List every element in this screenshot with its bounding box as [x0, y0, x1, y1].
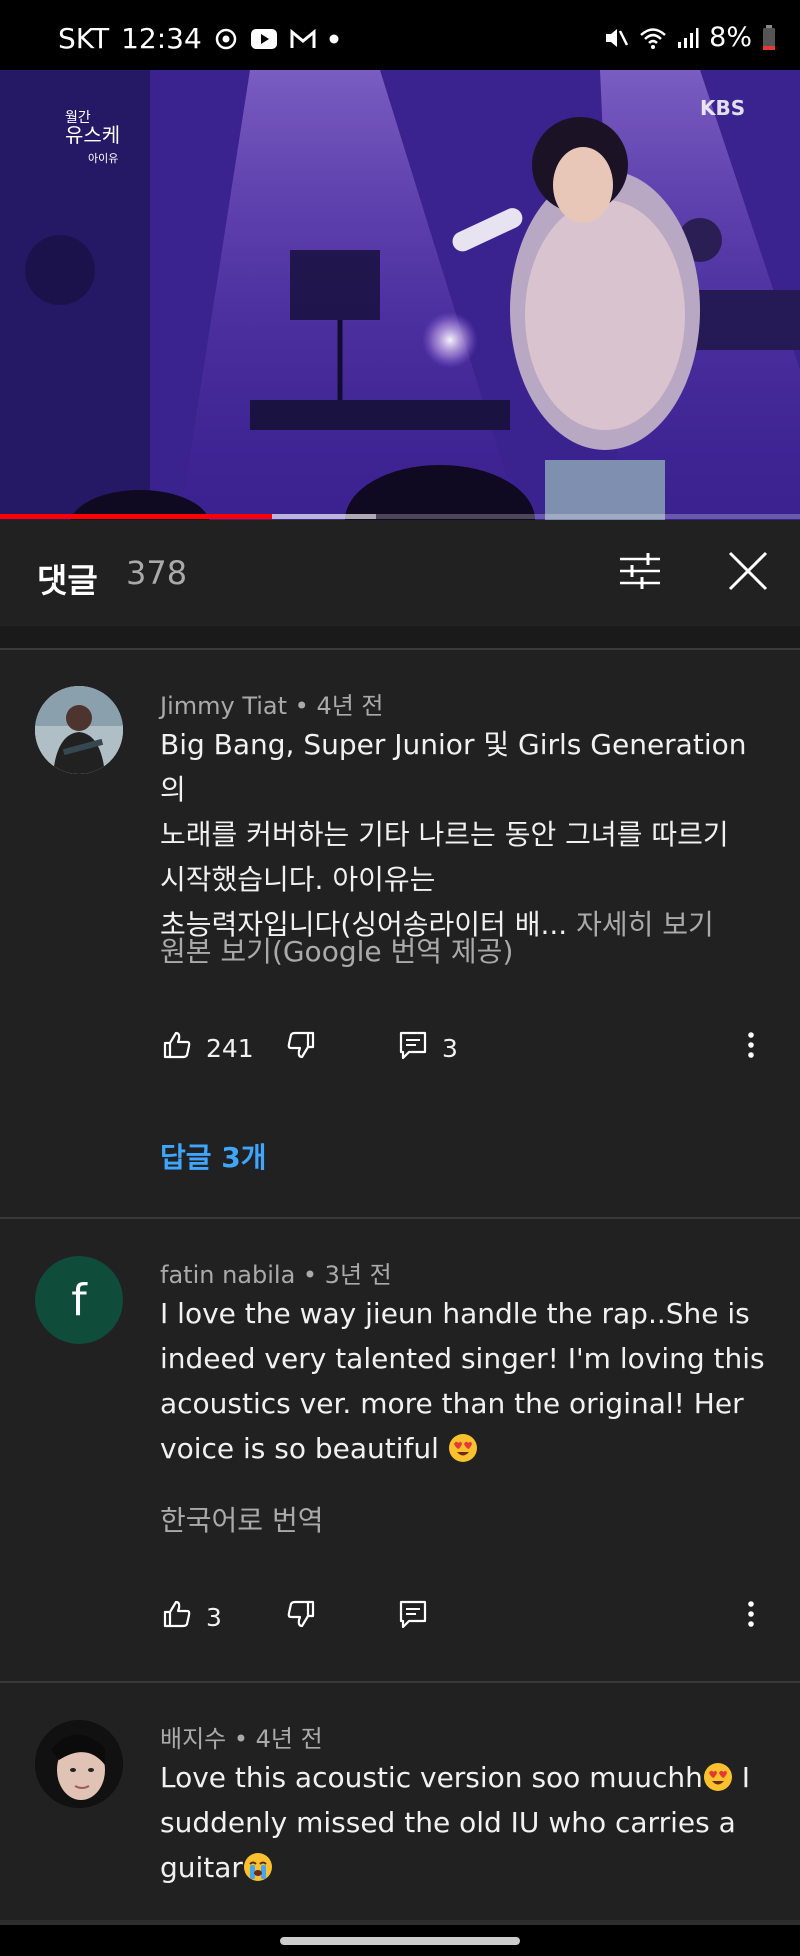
clock: 12:34 [121, 22, 202, 55]
comment-meta: 배지수 • 4년 전 [160, 1725, 323, 1753]
comment-line: guitar [160, 1851, 243, 1884]
comments-count: 378 [126, 554, 188, 592]
dot-icon [328, 33, 340, 45]
comment-line: voice is so beautiful [160, 1432, 439, 1465]
comment-line: 시작했습니다. 아이유는 [160, 863, 436, 896]
video-player[interactable]: 월간 유스케 아이유 KBS [0, 70, 800, 520]
dislike-button[interactable] [286, 1599, 316, 1635]
carrier-label: SKT [58, 22, 110, 55]
read-more-link[interactable]: 자세히 보기 [576, 908, 714, 941]
avatar[interactable] [35, 686, 123, 774]
status-bar: SKT 12:34 8% [0, 0, 800, 70]
reply-button[interactable] [398, 1599, 428, 1635]
like-button[interactable]: 241 [162, 1030, 254, 1066]
comment-meta: fatin nabila • 3년 전 [160, 1261, 392, 1289]
comment-meta: Jimmy Tiat • 4년 전 [160, 692, 384, 720]
home-gesture-handle[interactable] [280, 1937, 520, 1945]
avatar-letter: f [71, 1274, 87, 1326]
avatar[interactable] [35, 1720, 123, 1808]
see-original-link[interactable]: 원본 보기(Google 번역 제공) [160, 930, 513, 970]
like-button[interactable]: 3 [162, 1599, 222, 1635]
more-vert-icon [746, 1599, 756, 1635]
comment-line: acoustics ver. more than the original! H… [160, 1387, 744, 1420]
comment-line: suddenly missed the old IU who carries a [160, 1806, 736, 1839]
video-progress-bar[interactable] [0, 514, 800, 519]
crying-emoji-icon [243, 1853, 272, 1881]
comment-line: Love this acoustic version soo muuchh [160, 1761, 703, 1794]
like-count: 3 [206, 1602, 222, 1632]
reply-count: 3 [442, 1033, 458, 1063]
translate-link[interactable]: 한국어로 번역 [160, 1499, 323, 1539]
heart-eyes-emoji-icon [448, 1434, 477, 1462]
smartthings-icon [214, 27, 238, 51]
sort-filter-button[interactable] [614, 547, 666, 599]
avatar[interactable]: f [35, 1256, 123, 1344]
sliders-icon [618, 551, 662, 595]
comments-header: 댓글 378 [0, 520, 800, 626]
thumbs-up-icon [162, 1599, 192, 1635]
youtube-icon [250, 28, 278, 50]
battery-icon [762, 24, 776, 51]
comment-line: indeed very talented singer! I'm loving … [160, 1342, 765, 1375]
header-shadow [0, 626, 800, 648]
close-comments-button[interactable] [722, 547, 774, 599]
reply-icon [398, 1599, 428, 1635]
more-options-button[interactable] [746, 1599, 756, 1635]
comment-line: Big Bang, Super Junior 및 Girls Generatio… [160, 728, 747, 806]
comment-line: I love the way jieun handle the rap..She… [160, 1297, 750, 1330]
thumbs-up-icon [162, 1030, 192, 1066]
heart-eyes-emoji-icon [703, 1763, 732, 1791]
view-replies-link[interactable]: 답글 3개 [160, 1136, 267, 1176]
comment-line: 노래를 커버하는 기타 나르는 동안 그녀를 따르기 [160, 818, 729, 851]
like-count: 241 [206, 1033, 254, 1063]
progress-played [0, 514, 272, 519]
comments-title: 댓글 [37, 561, 98, 600]
comment-actions: 3 [160, 1599, 770, 1639]
svg-text:유스케: 유스케 [65, 123, 120, 147]
wifi-icon [639, 26, 667, 50]
close-icon [727, 550, 769, 596]
dislike-button[interactable] [286, 1030, 316, 1066]
thumbs-down-icon [286, 1599, 316, 1635]
gmail-icon [290, 28, 316, 50]
signal-icon [677, 26, 699, 50]
comment-actions: 241 3 [160, 1030, 770, 1070]
comment-item[interactable]: 배지수 • 4년 전 Love this acoustic version so… [0, 1683, 800, 1925]
system-nav-bar [0, 1925, 800, 1956]
comment-item[interactable]: f fatin nabila • 3년 전 I love the way jie… [0, 1219, 800, 1679]
comment-item[interactable]: Jimmy Tiat • 4년 전 Big Bang, Super Junior… [0, 650, 800, 1216]
comment-text: I love the way jieun handle the rap..She… [160, 1291, 770, 1471]
mute-icon [603, 25, 629, 51]
more-options-button[interactable] [746, 1030, 756, 1066]
video-frame: 월간 유스케 아이유 KBS [0, 70, 800, 520]
broadcaster-logo: KBS [700, 96, 745, 120]
more-vert-icon [746, 1030, 756, 1066]
thumbs-down-icon [286, 1030, 316, 1066]
comment-text: Big Bang, Super Junior 및 Girls Generatio… [160, 722, 770, 947]
battery-percent: 8% [709, 22, 752, 53]
reply-button[interactable]: 3 [398, 1030, 458, 1066]
reply-icon [398, 1030, 428, 1066]
comment-text: Love this acoustic version soo muuchh I … [160, 1755, 770, 1890]
svg-text:아이유: 아이유 [88, 152, 118, 165]
